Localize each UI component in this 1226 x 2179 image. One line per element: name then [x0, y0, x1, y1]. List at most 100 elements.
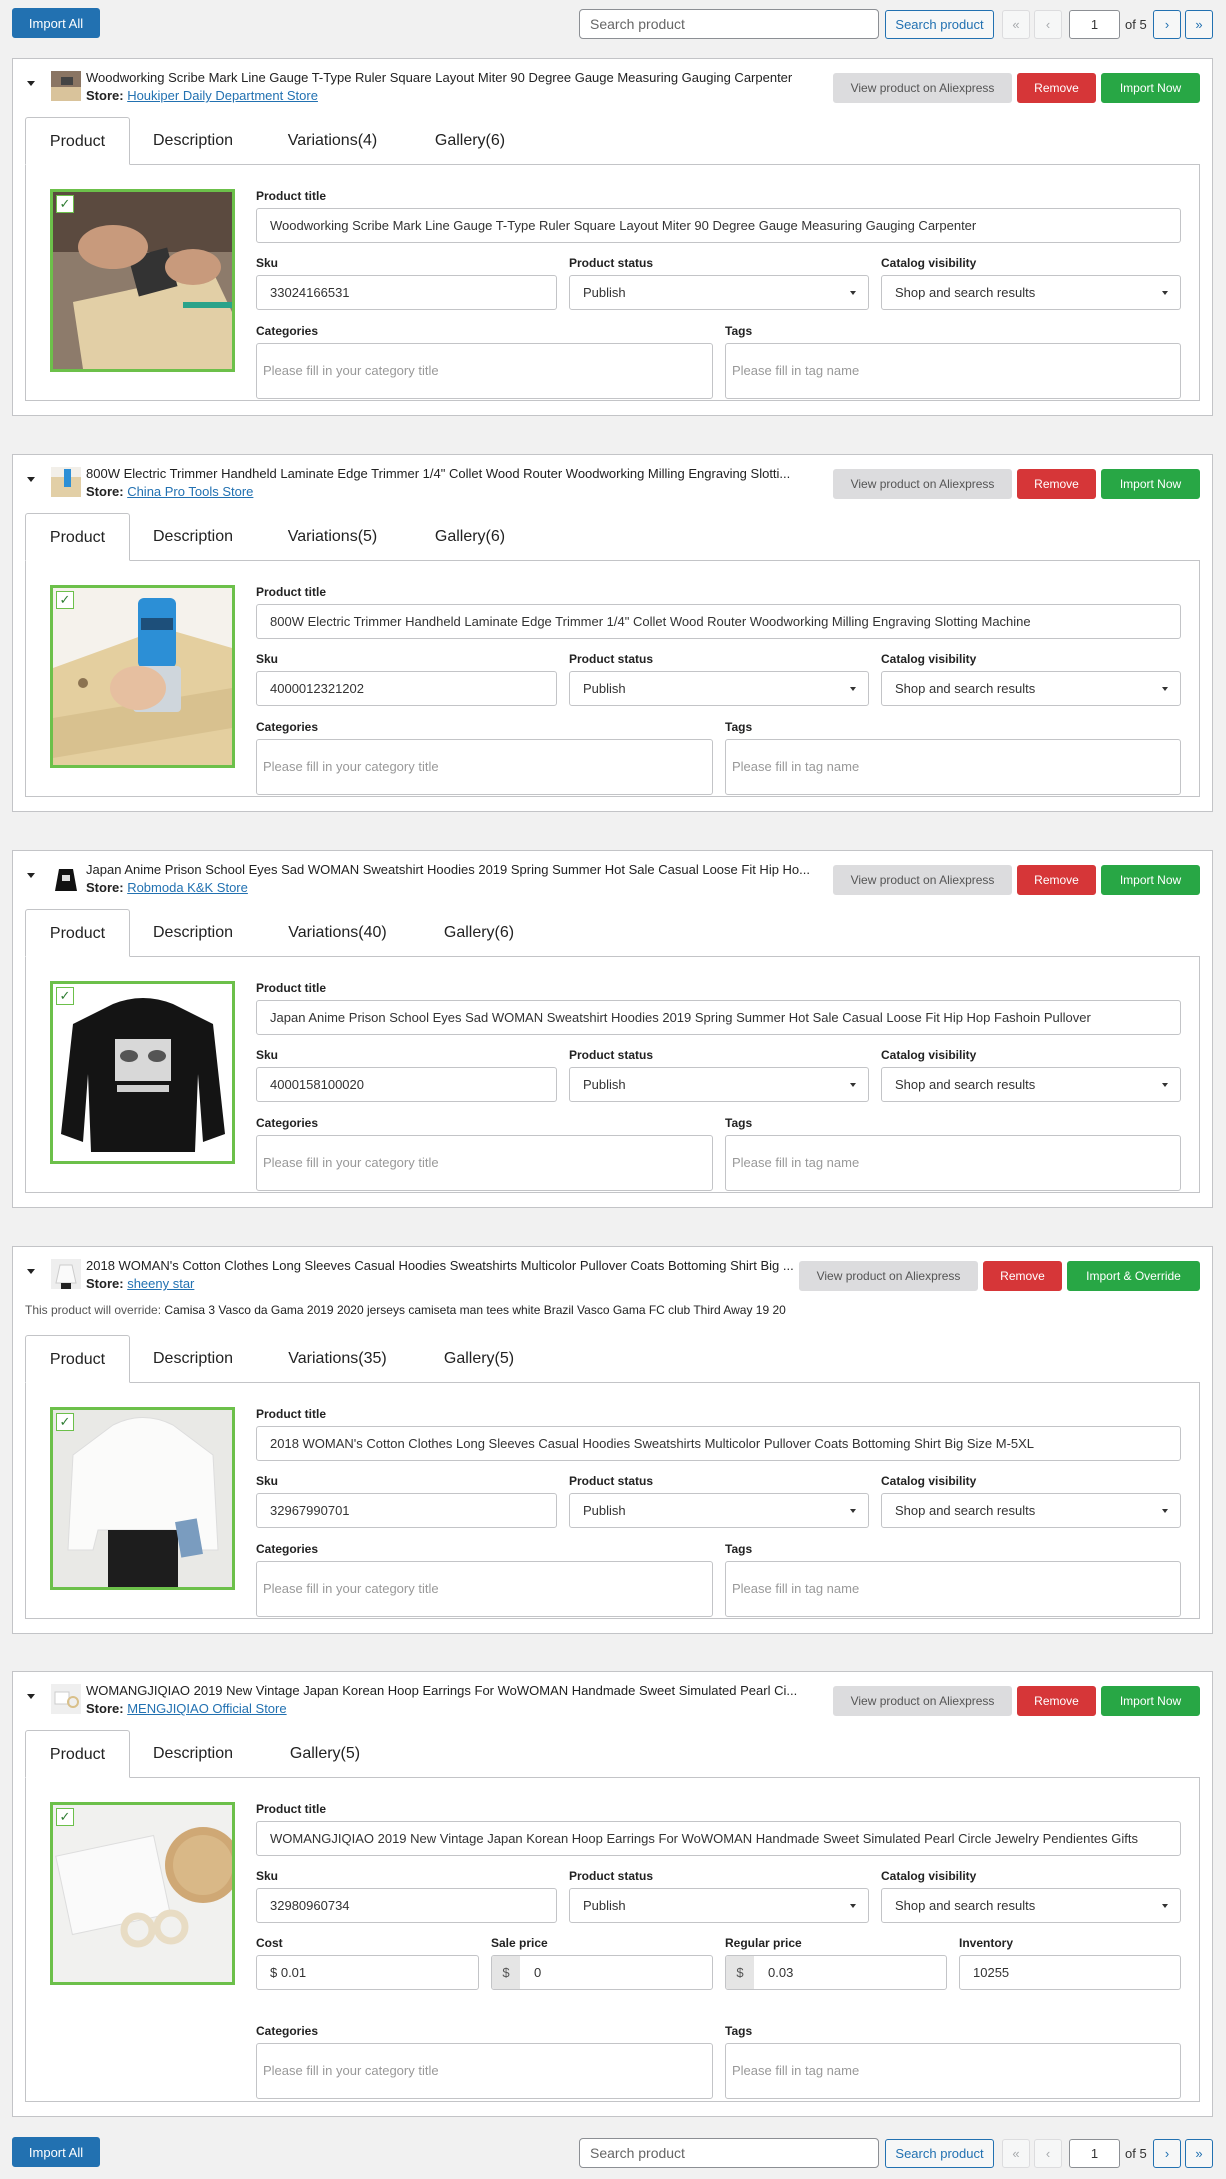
remove-button[interactable]: Remove: [1017, 469, 1096, 499]
tags-input[interactable]: Please fill in tag name: [725, 2043, 1181, 2099]
first-page-button[interactable]: «: [1002, 10, 1030, 39]
tab-description[interactable]: Description: [143, 1730, 243, 1778]
page-number-input[interactable]: 1: [1069, 2139, 1120, 2168]
tags-input[interactable]: Please fill in tag name: [725, 343, 1181, 399]
tab-product[interactable]: Product: [25, 117, 130, 165]
product-image[interactable]: ✓: [50, 981, 235, 1164]
search-button[interactable]: Search product: [885, 10, 994, 39]
tags-input[interactable]: Please fill in tag name: [725, 739, 1181, 795]
tab-gallery[interactable]: Gallery(6): [420, 117, 520, 165]
catalog-visibility-select[interactable]: Shop and search results: [881, 1493, 1181, 1528]
page-number-input[interactable]: 1: [1069, 10, 1120, 39]
categories-input[interactable]: Please fill in your category title: [256, 343, 713, 399]
select-image-checkbox[interactable]: ✓: [56, 1413, 74, 1431]
select-image-checkbox[interactable]: ✓: [56, 1808, 74, 1826]
import-all-button[interactable]: Import All: [12, 8, 100, 38]
import-override-button[interactable]: Import & Override: [1067, 1261, 1200, 1291]
product-status-select[interactable]: Publish: [569, 1888, 869, 1923]
product-title-input[interactable]: Japan Anime Prison School Eyes Sad WOMAN…: [256, 1000, 1181, 1035]
store-link[interactable]: Robmoda K&K Store: [127, 880, 248, 895]
tab-variations[interactable]: Variations(35): [275, 1335, 400, 1383]
store-link[interactable]: MENGJIQIAO Official Store: [127, 1701, 286, 1716]
search-input[interactable]: [579, 2138, 879, 2168]
search-input[interactable]: [579, 9, 879, 39]
product-image[interactable]: ✓: [50, 1407, 235, 1590]
product-status-select[interactable]: Publish: [569, 1493, 869, 1528]
product-status-select[interactable]: Publish: [569, 671, 869, 706]
categories-input[interactable]: Please fill in your category title: [256, 739, 713, 795]
sku-input[interactable]: 32980960734: [256, 1888, 557, 1923]
tab-gallery[interactable]: Gallery(6): [420, 513, 520, 561]
sku-input[interactable]: 4000012321202: [256, 671, 557, 706]
catalog-visibility-select[interactable]: Shop and search results: [881, 275, 1181, 310]
product-title-input[interactable]: WOMANGJIQIAO 2019 New Vintage Japan Kore…: [256, 1821, 1181, 1856]
select-image-checkbox[interactable]: ✓: [56, 591, 74, 609]
tab-gallery[interactable]: Gallery(5): [429, 1335, 529, 1383]
regular-price-input[interactable]: $0.03: [725, 1955, 947, 1990]
prev-page-button[interactable]: ‹: [1034, 2139, 1062, 2168]
search-button[interactable]: Search product: [885, 2139, 994, 2168]
select-image-checkbox[interactable]: ✓: [56, 195, 74, 213]
tags-input[interactable]: Please fill in tag name: [725, 1561, 1181, 1617]
view-on-aliexpress-button[interactable]: View product on Aliexpress: [833, 1686, 1012, 1716]
catalog-visibility-select[interactable]: Shop and search results: [881, 671, 1181, 706]
next-page-button[interactable]: ›: [1153, 10, 1181, 39]
catalog-visibility-select[interactable]: Shop and search results: [881, 1067, 1181, 1102]
store-link[interactable]: Houkiper Daily Department Store: [127, 88, 318, 103]
product-title-input[interactable]: 800W Electric Trimmer Handheld Laminate …: [256, 604, 1181, 639]
product-status-select[interactable]: Publish: [569, 1067, 869, 1102]
product-title-input[interactable]: Woodworking Scribe Mark Line Gauge T-Typ…: [256, 208, 1181, 243]
cost-input[interactable]: $ 0.01: [256, 1955, 479, 1990]
next-page-button[interactable]: ›: [1153, 2139, 1181, 2168]
prev-page-button[interactable]: ‹: [1034, 10, 1062, 39]
sku-input[interactable]: 33024166531: [256, 275, 557, 310]
inventory-input[interactable]: 10255: [959, 1955, 1181, 1990]
collapse-caret-icon[interactable]: [27, 477, 35, 482]
categories-input[interactable]: Please fill in your category title: [256, 1561, 713, 1617]
tab-description[interactable]: Description: [143, 117, 243, 165]
first-page-button[interactable]: «: [1002, 2139, 1030, 2168]
import-all-button[interactable]: Import All: [12, 2137, 100, 2167]
view-on-aliexpress-button[interactable]: View product on Aliexpress: [833, 865, 1012, 895]
sku-input[interactable]: 32967990701: [256, 1493, 557, 1528]
view-on-aliexpress-button[interactable]: View product on Aliexpress: [833, 469, 1012, 499]
tab-description[interactable]: Description: [143, 1335, 243, 1383]
import-now-button[interactable]: Import Now: [1101, 865, 1200, 895]
collapse-caret-icon[interactable]: [27, 81, 35, 86]
import-now-button[interactable]: Import Now: [1101, 73, 1200, 103]
last-page-button[interactable]: »: [1185, 2139, 1213, 2168]
store-link[interactable]: sheeny star: [127, 1276, 194, 1291]
sku-input[interactable]: 4000158100020: [256, 1067, 557, 1102]
remove-button[interactable]: Remove: [983, 1261, 1062, 1291]
import-now-button[interactable]: Import Now: [1101, 469, 1200, 499]
remove-button[interactable]: Remove: [1017, 865, 1096, 895]
tab-description[interactable]: Description: [143, 513, 243, 561]
tab-product[interactable]: Product: [25, 909, 130, 957]
catalog-visibility-select[interactable]: Shop and search results: [881, 1888, 1181, 1923]
store-link[interactable]: China Pro Tools Store: [127, 484, 253, 499]
collapse-caret-icon[interactable]: [27, 1269, 35, 1274]
product-title-input[interactable]: 2018 WOMAN's Cotton Clothes Long Sleeves…: [256, 1426, 1181, 1461]
tab-description[interactable]: Description: [143, 909, 243, 957]
categories-input[interactable]: Please fill in your category title: [256, 1135, 713, 1191]
import-now-button[interactable]: Import Now: [1101, 1686, 1200, 1716]
last-page-button[interactable]: »: [1185, 10, 1213, 39]
remove-button[interactable]: Remove: [1017, 73, 1096, 103]
sale-price-input[interactable]: $0: [491, 1955, 713, 1990]
tab-product[interactable]: Product: [25, 513, 130, 561]
collapse-caret-icon[interactable]: [27, 1694, 35, 1699]
view-on-aliexpress-button[interactable]: View product on Aliexpress: [833, 73, 1012, 103]
collapse-caret-icon[interactable]: [27, 873, 35, 878]
tab-variations[interactable]: Variations(4): [275, 117, 390, 165]
product-status-select[interactable]: Publish: [569, 275, 869, 310]
tab-variations[interactable]: Variations(40): [275, 909, 400, 957]
tab-product[interactable]: Product: [25, 1335, 130, 1383]
product-image[interactable]: ✓: [50, 1802, 235, 1985]
select-image-checkbox[interactable]: ✓: [56, 987, 74, 1005]
tab-gallery[interactable]: Gallery(6): [429, 909, 529, 957]
view-on-aliexpress-button[interactable]: View product on Aliexpress: [799, 1261, 978, 1291]
tags-input[interactable]: Please fill in tag name: [725, 1135, 1181, 1191]
product-image[interactable]: ✓: [50, 189, 235, 372]
tab-variations[interactable]: Variations(5): [275, 513, 390, 561]
product-image[interactable]: ✓: [50, 585, 235, 768]
